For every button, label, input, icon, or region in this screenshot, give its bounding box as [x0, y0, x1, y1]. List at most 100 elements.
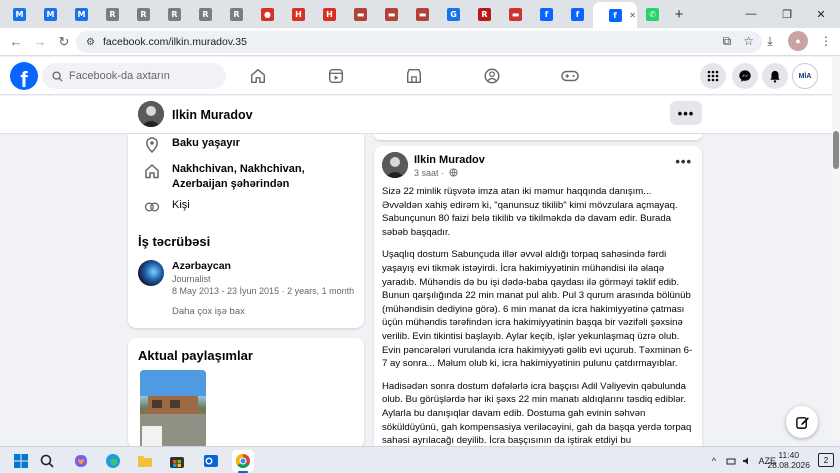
profile-more-button[interactable]: •••	[670, 101, 702, 125]
browser-tab[interactable]: ▬	[407, 3, 438, 25]
download-icon[interactable]: ⤓	[760, 31, 780, 51]
scrollbar-thumb[interactable]	[833, 131, 839, 169]
location-pin-icon	[142, 136, 162, 154]
url-text[interactable]: facebook.com/ilkin.muradov.35	[103, 36, 247, 48]
chrome-browser-icon[interactable]	[232, 450, 254, 472]
reload-icon[interactable]: ↻	[52, 30, 76, 54]
news-icon: ▬	[354, 7, 367, 21]
browser-tab[interactable]: R	[190, 3, 221, 25]
intro-card: Baku yaşayır Nakhchivan, Nakhchivan, Aze…	[128, 134, 364, 328]
browser-tab[interactable]: R	[128, 3, 159, 25]
browser-tab[interactable]: ▬	[376, 3, 407, 25]
browser-tab[interactable]: ●	[252, 3, 283, 25]
browser-tab[interactable]: ✆	[637, 3, 668, 25]
home-icon	[142, 162, 162, 180]
post-options-button[interactable]: •••	[675, 154, 692, 169]
notification-center-badge[interactable]: 2	[818, 453, 834, 467]
url-omnibox[interactable]: ⚙ facebook.com/ilkin.muradov.35 ⧉ ☆	[76, 31, 762, 53]
featured-posts-card: Aktual paylaşımlar	[128, 338, 364, 448]
file-explorer-icon[interactable]	[134, 450, 156, 472]
taskbar-clock[interactable]: 11:40 28.08.2026	[767, 450, 810, 470]
facebook-top-bar: f Facebook-da axtarın MİA	[0, 57, 832, 95]
install-app-icon[interactable]: ⧉	[723, 34, 732, 49]
browser-tab[interactable]: R	[221, 3, 252, 25]
browser-tab[interactable]: M	[4, 3, 35, 25]
volume-icon[interactable]	[742, 447, 752, 473]
profile-avatar[interactable]	[138, 101, 164, 127]
copilot-icon[interactable]	[70, 450, 92, 472]
browser-tab[interactable]: H	[283, 3, 314, 25]
store-icon[interactable]	[166, 450, 188, 472]
edge-browser-icon[interactable]	[102, 450, 124, 472]
post-body: Sizə 22 minlik rüşvətə imza atan iki məm…	[382, 185, 694, 456]
bookmark-star-icon[interactable]: ☆	[743, 34, 754, 49]
r-site-icon: R	[478, 7, 491, 21]
marketplace-nav-icon[interactable]	[394, 57, 434, 95]
company-name[interactable]: Azərbaycan	[172, 260, 231, 272]
browser-tab[interactable]: R	[469, 3, 500, 25]
browser-tab[interactable]: ▬	[500, 3, 531, 25]
browser-tab[interactable]: ▬	[345, 3, 376, 25]
gender-text: Kişi	[172, 199, 190, 211]
outlook-icon[interactable]	[200, 450, 222, 472]
site-info-icon[interactable]: ⚙	[86, 37, 95, 48]
gmail-icon: M	[75, 7, 88, 21]
post-author-avatar[interactable]	[382, 152, 408, 178]
browser-tab[interactable]: M	[35, 3, 66, 25]
whatsapp-icon: ✆	[646, 7, 659, 21]
new-tab-button[interactable]: +	[668, 6, 690, 23]
notifications-bell-icon[interactable]	[762, 63, 788, 89]
extension-icon[interactable]: ●	[788, 31, 808, 51]
windows-start-icon[interactable]	[10, 450, 32, 472]
forward-arrow-icon[interactable]: →	[28, 30, 52, 54]
tray-chevron-icon[interactable]: ^	[712, 447, 716, 473]
post-author-name[interactable]: Ilkin Muradov	[414, 154, 485, 166]
news-icon: R	[137, 7, 150, 21]
job-dates: 8 May 2013 - 23 İyun 2015 · 2 years, 1 m…	[172, 286, 355, 296]
browser-tab[interactable]: H	[314, 3, 345, 25]
back-arrow-icon[interactable]: ←	[4, 30, 28, 54]
browser-tab[interactable]: R	[97, 3, 128, 25]
account-avatar[interactable]: MİA	[792, 63, 818, 89]
browser-menu-icon[interactable]: ⋮	[816, 31, 836, 51]
browser-tab-strip: M M M R R R R R ● H H ▬ ▬ ▬ G R ▬ f f f ✕ ✆ +	[0, 0, 840, 28]
search-icon	[52, 70, 63, 82]
browser-tab[interactable]: f	[531, 3, 562, 25]
see-more-work-link[interactable]: Daha çox işə bax	[172, 306, 245, 317]
translate-icon: G	[447, 7, 460, 21]
browser-tab[interactable]: M	[66, 3, 97, 25]
browser-tab[interactable]: R	[159, 3, 190, 25]
gaming-nav-icon[interactable]	[550, 57, 590, 95]
post-time[interactable]: 3 saat ·	[414, 168, 444, 178]
facebook-icon: f	[571, 7, 584, 21]
new-message-button[interactable]	[786, 406, 818, 438]
close-tab-icon[interactable]: ✕	[629, 11, 636, 20]
messenger-icon[interactable]	[732, 63, 758, 89]
network-icon[interactable]	[726, 447, 736, 473]
news-icon: R	[168, 7, 181, 21]
post-paragraph: Uşaqlıq dostum Sabunçuda illər əvvəl ald…	[382, 249, 693, 370]
address-bar: ← → ↻ ⚙ facebook.com/ilkin.muradov.35 ⧉ …	[0, 28, 840, 56]
page-scrollbar[interactable]	[832, 57, 840, 441]
browser-tab[interactable]: f	[562, 3, 593, 25]
h-site-icon: H	[323, 7, 336, 21]
search-placeholder: Facebook-da axtarın	[69, 70, 170, 82]
hometown-row: Nakhchivan, Nakhchivan, Azerbaijan şəhər…	[142, 162, 352, 192]
profile-name[interactable]: Ilkin Muradov	[172, 108, 253, 122]
post-card: Ilkin Muradov 3 saat · ••• Sizə 22 minli…	[374, 146, 702, 456]
video-nav-icon[interactable]	[316, 57, 356, 95]
groups-nav-icon[interactable]	[472, 57, 512, 95]
featured-thumbnail[interactable]	[140, 370, 206, 448]
menu-grid-icon[interactable]	[700, 63, 726, 89]
post-timestamp[interactable]: 3 saat ·	[414, 168, 458, 178]
home-nav-icon[interactable]	[238, 57, 278, 95]
taskbar-search-icon[interactable]	[36, 450, 58, 472]
h-site-icon: H	[292, 7, 305, 21]
browser-tab[interactable]: f ✕	[593, 2, 637, 28]
facebook-search-input[interactable]: Facebook-da axtarın	[42, 63, 226, 89]
record-icon: ●	[261, 7, 274, 21]
post-paragraph: Sizə 22 minlik rüşvətə imza atan iki məm…	[382, 186, 678, 238]
facebook-logo-icon[interactable]: f	[10, 62, 38, 90]
compose-icon	[795, 416, 809, 429]
browser-tab[interactable]: G	[438, 3, 469, 25]
